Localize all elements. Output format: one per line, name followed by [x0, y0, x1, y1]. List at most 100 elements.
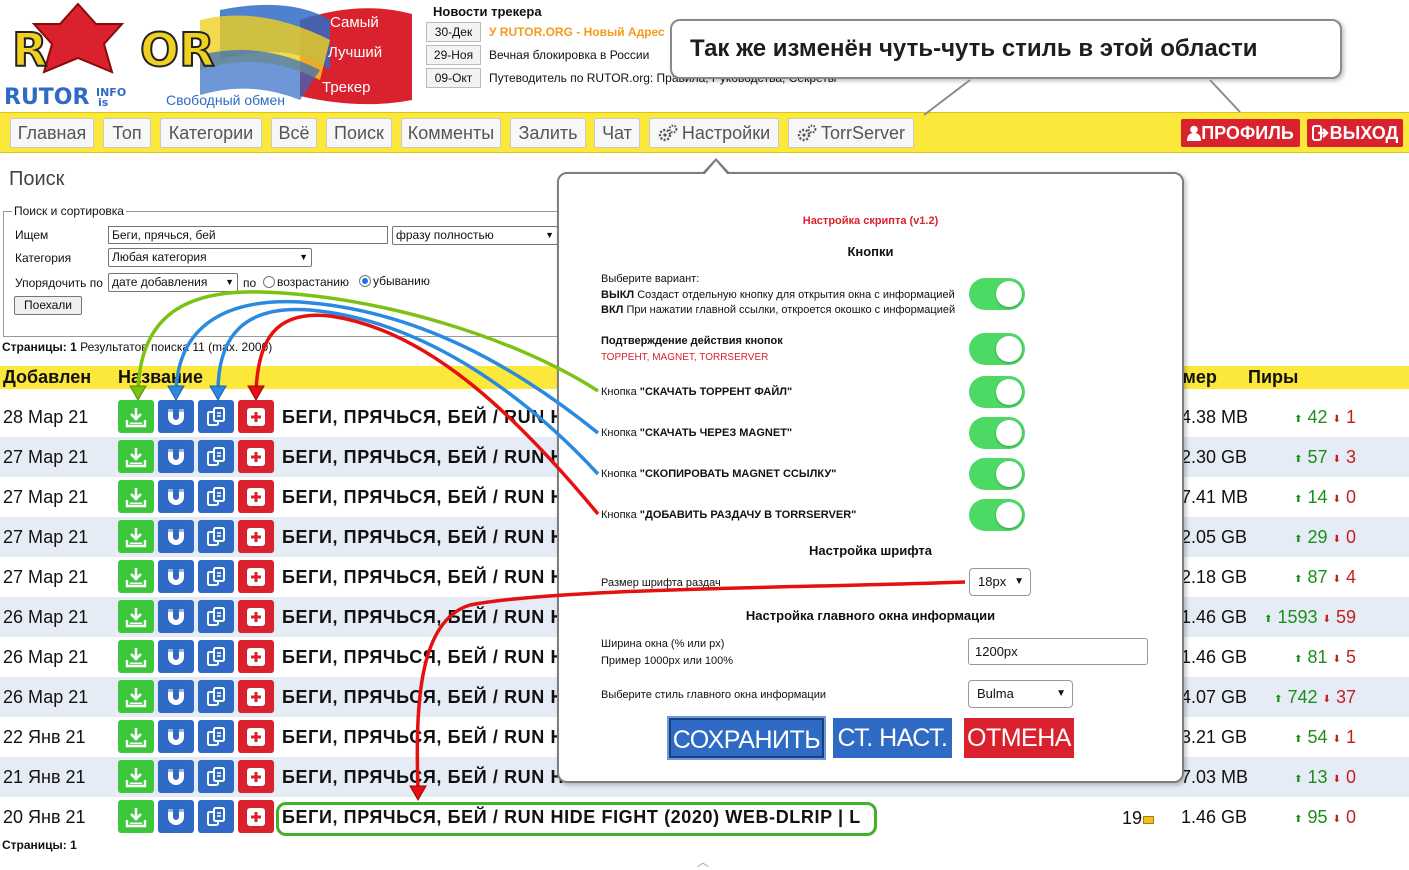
- leech-arrow-icon: ⬇: [1332, 534, 1341, 545]
- download-torrent-button[interactable]: [118, 760, 154, 793]
- download-torrent-button[interactable]: [118, 400, 154, 433]
- magnet-button[interactable]: [158, 680, 194, 713]
- radio-icon[interactable]: [263, 276, 275, 288]
- btn-prefix: Кнопка: [601, 386, 637, 398]
- add-to-torrserver-button[interactable]: [238, 400, 274, 433]
- magnet-button[interactable]: [158, 560, 194, 593]
- torrent-title-link[interactable]: БЕГИ, ПРЯЧЬСЯ, БЕЙ / RUN H: [282, 717, 564, 757]
- add-to-torrserver-button[interactable]: [238, 800, 274, 833]
- search-mode-select[interactable]: фразу полностью ▼: [392, 226, 558, 245]
- col-added[interactable]: Добавлен: [3, 366, 91, 388]
- order-desc-radio[interactable]: убыванию: [359, 274, 430, 288]
- copy-magnet-button[interactable]: [198, 600, 234, 633]
- nav-upload[interactable]: Залить: [510, 118, 586, 148]
- logout-button[interactable]: ВЫХОД: [1307, 119, 1403, 147]
- copy-magnet-button[interactable]: [198, 560, 234, 593]
- download-torrent-button[interactable]: [118, 800, 154, 833]
- torrserver-button-toggle[interactable]: [969, 499, 1025, 531]
- torrent-title-link[interactable]: БЕГИ, ПРЯЧЬСЯ, БЕЙ / RUN H: [282, 437, 564, 477]
- news-link[interactable]: У RUTOR.ORG - Новый Адрес: [481, 22, 665, 44]
- copy-magnet-button[interactable]: [198, 680, 234, 713]
- nav-settings[interactable]: Настройки: [649, 118, 779, 148]
- copy-magnet-button[interactable]: [198, 760, 234, 793]
- magnet-button-toggle[interactable]: [969, 417, 1025, 449]
- copy-magnet-button[interactable]: [198, 400, 234, 433]
- magnet-button[interactable]: [158, 600, 194, 633]
- confirm-toggle[interactable]: [969, 333, 1025, 365]
- magnet-button[interactable]: [158, 480, 194, 513]
- download-torrent-button[interactable]: [118, 560, 154, 593]
- nav-chat[interactable]: Чат: [594, 118, 640, 148]
- font-size-select[interactable]: 18px ▼: [969, 568, 1031, 596]
- magnet-button[interactable]: [158, 440, 194, 473]
- copy-magnet-button[interactable]: [198, 720, 234, 753]
- torrent-title-link[interactable]: БЕГИ, ПРЯЧЬСЯ, БЕЙ / RUN H: [282, 637, 564, 677]
- add-to-torrserver-button[interactable]: [238, 680, 274, 713]
- nav-search[interactable]: Поиск: [326, 118, 392, 148]
- col-peers[interactable]: Пиры: [1248, 366, 1298, 388]
- download-torrent-button[interactable]: [118, 720, 154, 753]
- copy-magnet-button[interactable]: [198, 440, 234, 473]
- comments-count[interactable]: 19: [1122, 808, 1155, 828]
- torrent-title-link[interactable]: БЕГИ, ПРЯЧЬСЯ, БЕЙ / RUN H: [282, 597, 564, 637]
- torrent-title-link[interactable]: БЕГИ, ПРЯЧЬСЯ, БЕЙ / RUN H: [282, 517, 564, 557]
- add-to-torrserver-button[interactable]: [238, 440, 274, 473]
- download-torrent-button[interactable]: [118, 520, 154, 553]
- radio-checked-icon[interactable]: [359, 275, 371, 287]
- save-button[interactable]: СОХРАНИТЬ: [669, 718, 824, 758]
- add-to-torrserver-button[interactable]: [238, 720, 274, 753]
- nav-comments[interactable]: Комменты: [401, 118, 501, 148]
- magnet-button[interactable]: [158, 720, 194, 753]
- profile-button[interactable]: ПРОФИЛЬ: [1181, 119, 1300, 147]
- seed-arrow-icon: ⬆: [1274, 694, 1283, 705]
- nav-top[interactable]: Топ: [103, 118, 151, 148]
- download-torrent-button[interactable]: [118, 440, 154, 473]
- page-link[interactable]: 1: [70, 340, 77, 354]
- nav-torrserver[interactable]: TorrServer: [788, 118, 914, 148]
- copy-button-toggle[interactable]: [969, 458, 1025, 490]
- search-input[interactable]: Беги, прячься, бей: [108, 226, 388, 244]
- search-submit-button[interactable]: Поехали: [14, 296, 82, 315]
- magnet-button[interactable]: [158, 760, 194, 793]
- download-torrent-button[interactable]: [118, 640, 154, 673]
- copy-magnet-button[interactable]: [198, 480, 234, 513]
- download-torrent-button[interactable]: [118, 480, 154, 513]
- add-to-torrserver-button[interactable]: [238, 560, 274, 593]
- magnet-button[interactable]: [158, 640, 194, 673]
- nav-home[interactable]: Главная: [10, 118, 94, 148]
- window-style-select[interactable]: Bulma ▼: [968, 680, 1073, 708]
- copy-magnet-button[interactable]: [198, 800, 234, 833]
- rutor-logo[interactable]: R OR RUTOR INFO is Свободный обмен Самый…: [0, 0, 420, 112]
- add-to-torrserver-button[interactable]: [238, 600, 274, 633]
- torrent-title-link[interactable]: БЕГИ, ПРЯЧЬСЯ, БЕЙ / RUN H: [282, 397, 564, 437]
- copy-magnet-button[interactable]: [198, 640, 234, 673]
- torrent-title-link[interactable]: БЕГИ, ПРЯЧЬСЯ, БЕЙ / RUN H: [282, 677, 564, 717]
- order-asc-radio[interactable]: возрастанию: [263, 275, 349, 289]
- nav-categories[interactable]: Категории: [160, 118, 262, 148]
- nav-all[interactable]: Всё: [271, 118, 317, 148]
- sort-select[interactable]: дате добавления ▼: [108, 273, 238, 292]
- magnet-button[interactable]: [158, 520, 194, 553]
- download-torrent-button[interactable]: [118, 680, 154, 713]
- download-torrent-button[interactable]: [118, 600, 154, 633]
- col-name[interactable]: Название: [118, 366, 203, 388]
- torrent-button-toggle[interactable]: [969, 376, 1025, 408]
- torrent-title-link[interactable]: БЕГИ, ПРЯЧЬСЯ, БЕЙ / RUN H: [282, 477, 564, 517]
- add-to-torrserver-button[interactable]: [238, 760, 274, 793]
- news-link[interactable]: Вечная блокировка в России: [481, 45, 649, 67]
- add-to-torrserver-button[interactable]: [238, 640, 274, 673]
- add-to-torrserver-button[interactable]: [238, 480, 274, 513]
- chevron-up-icon[interactable]: ︿: [697, 853, 709, 870]
- plus-square-icon: [247, 567, 265, 586]
- window-width-input[interactable]: 1200px: [968, 638, 1148, 665]
- torrent-title-link[interactable]: БЕГИ, ПРЯЧЬСЯ, БЕЙ / RUN H: [282, 557, 564, 597]
- variant-toggle[interactable]: [969, 278, 1025, 310]
- magnet-button[interactable]: [158, 400, 194, 433]
- torrent-title-link[interactable]: БЕГИ, ПРЯЧЬСЯ, БЕЙ / RUN H: [282, 757, 564, 797]
- defaults-button[interactable]: СТ. НАСТ.: [833, 718, 952, 758]
- copy-magnet-button[interactable]: [198, 520, 234, 553]
- add-to-torrserver-button[interactable]: [238, 520, 274, 553]
- cancel-button[interactable]: ОТМЕНА: [964, 718, 1074, 758]
- category-select[interactable]: Любая категория ▼: [108, 248, 312, 267]
- magnet-button[interactable]: [158, 800, 194, 833]
